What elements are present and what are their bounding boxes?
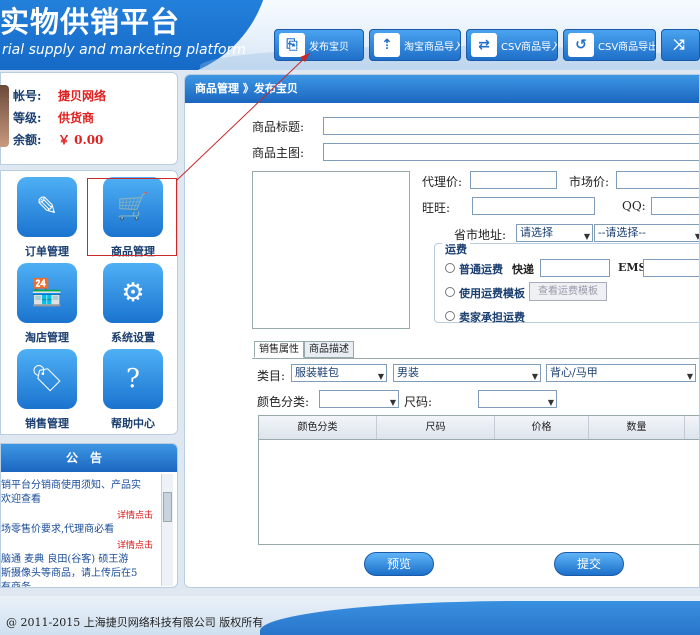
notice-item[interactable]: 斯摄像头等商品，请上传后在5 <box>1 566 159 581</box>
sale-tag-icon: 🏷 <box>17 349 77 409</box>
wangwang-input[interactable] <box>472 197 595 215</box>
city-select[interactable]: --请选择--▼ <box>594 224 699 242</box>
sku-table-header: 颜色分类 尺码 价格 数量 <box>259 416 699 440</box>
chevron-down-icon: ▼ <box>547 398 554 407</box>
agent-price-label: 代理价: <box>422 175 463 189</box>
color-label: 颜色分类: <box>257 395 310 409</box>
account-label: 帐号: <box>13 89 42 103</box>
nav-item-orders[interactable]: ✎ 订单管理 <box>17 177 87 259</box>
nav-item-help[interactable]: ? 帮助中心 <box>103 349 173 431</box>
size-label: 尺码: <box>404 395 433 409</box>
nav-item-sales[interactable]: 🏷 销售管理 <box>17 349 87 431</box>
help-icon: ? <box>103 349 163 409</box>
express-label: 快递 <box>512 263 534 276</box>
shop-icon: 🏪 <box>17 263 77 323</box>
csv-export-icon: ↺ <box>568 33 594 57</box>
more-toolbar-button[interactable]: ⤨ <box>661 29 700 61</box>
province-select[interactable]: 请选择 ▼ <box>516 224 593 242</box>
normal-shipping-label: 普通运费 <box>459 263 503 276</box>
csv-import-button[interactable]: ⇄ CSV商品导入 <box>466 29 558 61</box>
express-fee-input[interactable] <box>540 259 610 277</box>
seller-shipping-label: 卖家承担运费 <box>459 311 525 324</box>
column-header: 颜色分类 <box>259 416 377 439</box>
market-price-label: 市场价: <box>569 175 610 189</box>
chevron-down-icon: ▼ <box>389 398 396 407</box>
main-image-label: 商品主图: <box>252 146 305 160</box>
color-select[interactable]: ▼ <box>319 390 399 408</box>
submit-button[interactable]: 提交 <box>554 552 624 576</box>
nav-highlight-box <box>87 178 177 256</box>
csv-import-icon: ⇄ <box>471 33 497 57</box>
notice-item[interactable]: 脑通 麦典 良田(谷客) 硕王游 <box>1 552 159 567</box>
breadcrumb: 商品管理 》发布宝贝 <box>185 75 699 103</box>
template-shipping-radio[interactable] <box>445 287 455 297</box>
level-label: 等级: <box>13 111 42 125</box>
category-select-1[interactable]: 服装鞋包 ▼ <box>291 364 387 382</box>
main-image-input[interactable] <box>323 143 699 161</box>
app-subtitle: rial supply and marketing platform <box>2 42 246 58</box>
size-select[interactable]: ▼ <box>478 390 557 408</box>
sku-table: 颜色分类 尺码 价格 数量 <box>258 415 699 545</box>
notice-item[interactable]: 欢迎查看 <box>1 492 159 507</box>
image-preview-box[interactable] <box>252 171 410 329</box>
footer: @ 2011-2015 上海捷贝网络科技有限公司 版权所有 <box>0 596 700 635</box>
shipping-legend: 运费 <box>442 241 470 257</box>
notice-scrollbar[interactable] <box>161 474 173 586</box>
publish-item-button[interactable]: ⎘ 发布宝贝 <box>274 29 364 61</box>
preview-button[interactable]: 预览 <box>364 552 434 576</box>
order-icon: ✎ <box>17 177 77 237</box>
notice-title: 公告 <box>1 444 177 472</box>
tab-sales-attributes[interactable]: 销售属性 <box>254 341 304 358</box>
chevron-down-icon: ▼ <box>531 372 538 381</box>
notice-item[interactable]: 有商务... <box>1 580 159 587</box>
user-info-panel: 帐号: 捷贝网络 等级: 供货商 余额: ￥ 0.00 <box>0 72 178 165</box>
chevron-down-icon: ▼ <box>695 229 699 241</box>
notice-more-link[interactable]: 详情点击 <box>117 538 153 551</box>
main-content: 商品管理 》发布宝贝 商品标题: 商品主图: 代理价: 市场价: 旺旺: QQ:… <box>184 74 700 588</box>
level-value: 供货商 <box>58 111 95 125</box>
seller-shipping-radio[interactable] <box>445 311 455 321</box>
agent-price-input[interactable] <box>470 171 557 189</box>
qq-label: QQ: <box>622 199 646 213</box>
notice-more-link[interactable]: 详情点击 <box>117 508 153 521</box>
avatar <box>0 85 9 147</box>
column-header: 数量 <box>589 416 685 439</box>
normal-shipping-radio[interactable] <box>445 263 455 273</box>
column-header: 价格 <box>495 416 589 439</box>
title-label: 商品标题: <box>252 120 305 134</box>
category-select-2[interactable]: 男装 ▼ <box>393 364 541 382</box>
category-label: 类目: <box>257 369 286 383</box>
chevron-down-icon: ▼ <box>686 372 693 381</box>
notice-item[interactable]: 场零售价要求,代理商必看 <box>1 522 159 537</box>
csv-export-button[interactable]: ↺ CSV商品导出 <box>563 29 656 61</box>
publish-icon: ⎘ <box>279 33 305 57</box>
app-title: 实物供销平台 <box>0 5 181 39</box>
notice-panel: 公告 销平台分销商使用须知、产品实 欢迎查看 详情点击 场零售价要求,代理商必看… <box>0 443 178 588</box>
template-shipping-label: 使用运费模板 <box>459 287 525 300</box>
chevron-down-icon: ▼ <box>377 372 384 381</box>
column-header: 尺码 <box>377 416 495 439</box>
title-input[interactable] <box>323 117 699 135</box>
balance-value: ￥ 0.00 <box>58 133 104 147</box>
balance-label: 余额: <box>13 133 42 147</box>
taobao-import-button[interactable]: ⇡ 淘宝商品导入 <box>369 29 461 61</box>
category-select-3[interactable]: 背心/马甲 ▼ <box>546 364 696 382</box>
wangwang-label: 旺旺: <box>422 201 451 215</box>
import-icon: ⇡ <box>374 33 400 57</box>
tab-product-description[interactable]: 商品描述 <box>304 341 354 358</box>
market-price-input[interactable] <box>616 171 699 189</box>
copyright-text: @ 2011-2015 上海捷贝网络科技有限公司 版权所有 <box>6 616 264 629</box>
shuffle-icon: ⤨ <box>673 37 685 53</box>
notice-item[interactable]: 销平台分销商使用须知、产品实 <box>1 478 159 493</box>
nav-item-shop[interactable]: 🏪 淘店管理 <box>17 263 87 345</box>
header-banner: 实物供销平台 rial supply and marketing platfor… <box>0 0 700 70</box>
chevron-down-icon: ▼ <box>583 232 590 241</box>
gear-icon: ⚙ <box>103 263 163 323</box>
nav-item-settings[interactable]: ⚙ 系统设置 <box>103 263 173 345</box>
ems-fee-input[interactable] <box>643 259 699 277</box>
tab-divider <box>252 358 699 359</box>
view-shipping-template-button[interactable]: 查看运费模板 <box>529 282 607 301</box>
account-value: 捷贝网络 <box>58 89 107 103</box>
qq-input[interactable] <box>651 197 699 215</box>
